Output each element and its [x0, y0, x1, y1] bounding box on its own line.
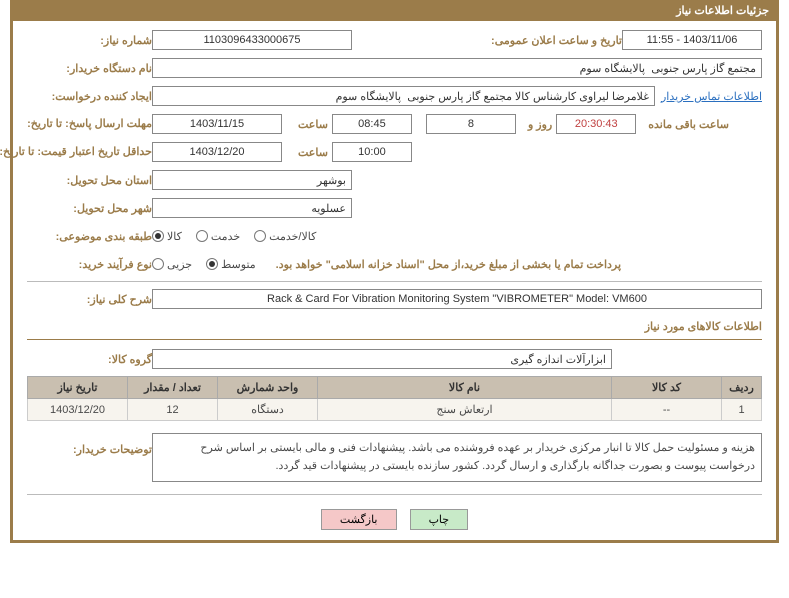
buyer-contact-link[interactable]: اطلاعات تماس خریدار [661, 90, 762, 103]
button-row: چاپ بازگشت [27, 501, 762, 532]
radio-khedmat[interactable]: خدمت [196, 230, 240, 243]
cell-qty: 12 [128, 399, 218, 421]
delivery-prov-field[interactable] [152, 170, 352, 190]
radio-icon [254, 230, 266, 242]
page-title: جزئیات اطلاعات نیاز [676, 5, 769, 17]
row-subject-class: طبقه بندی موضوعی: کالا خدمت کالا/خدمت [27, 225, 762, 247]
label-buyer-notes: توضیحات خریدار: [27, 427, 152, 456]
radio-jozei[interactable]: جزیی [152, 258, 192, 271]
label-days-and: روز و [520, 118, 552, 131]
deadline-time-field[interactable] [332, 114, 412, 134]
deadline-date-field[interactable] [152, 114, 282, 134]
row-need-no: شماره نیاز: تاریخ و ساعت اعلان عمومی: [27, 29, 762, 51]
items-section-title: اطلاعات کالاهای مورد نیاز [27, 316, 762, 337]
radio-icon [152, 258, 164, 270]
label-deadline: مهلت ارسال پاسخ: تا تاریخ: [27, 117, 152, 131]
row-delivery-city: شهر محل تحویل: [27, 197, 762, 219]
label-item-group: گروه کالا: [27, 353, 152, 366]
items-table: ردیف کد کالا نام کالا واحد شمارش تعداد /… [27, 376, 762, 421]
th-need-date: تاریخ نیاز [28, 377, 128, 399]
label-remaining: ساعت باقی مانده [640, 118, 729, 131]
row-deadline: مهلت ارسال پاسخ: تا تاریخ: ساعت روز و سا… [27, 113, 762, 135]
table-header-row: ردیف کد کالا نام کالا واحد شمارش تعداد /… [28, 377, 762, 399]
buyer-org-field[interactable] [152, 58, 762, 78]
announce-datetime-field[interactable] [622, 30, 762, 50]
row-need-title: شرح کلی نیاز: [27, 288, 762, 310]
cell-name: ارتعاش سنج [318, 399, 612, 421]
validity-time-field[interactable] [332, 142, 412, 162]
header-bar: جزئیات اطلاعات نیاز [10, 0, 779, 21]
section-underline [27, 339, 762, 340]
separator-bottom [27, 494, 762, 495]
radio-kala-khedmat[interactable]: کالا/خدمت [254, 230, 316, 243]
row-buy-process: نوع فرآیند خرید: جزیی متوسط پرداخت تمام … [27, 253, 762, 275]
subject-radio-group: کالا خدمت کالا/خدمت [152, 230, 316, 243]
label-subject-class: طبقه بندی موضوعی: [27, 230, 152, 243]
th-unit: واحد شمارش [218, 377, 318, 399]
buyer-notes-box: هزینه و مسئولیت حمل کالا تا انبار مرکزی … [152, 433, 762, 482]
label-delivery-prov: استان محل تحویل: [27, 174, 152, 187]
process-radio-group: جزیی متوسط [152, 258, 256, 271]
row-validity: حداقل تاریخ اعتبار قیمت: تا تاریخ: ساعت [27, 141, 762, 163]
row-item-group: گروه کالا: [27, 348, 762, 370]
label-buy-process: نوع فرآیند خرید: [27, 258, 152, 271]
cell-unit: دستگاه [218, 399, 318, 421]
th-row: ردیف [722, 377, 762, 399]
label-requester: ایجاد کننده درخواست: [27, 90, 152, 103]
radio-icon [206, 258, 218, 270]
label-time-2: ساعت [290, 146, 328, 159]
radio-icon [152, 230, 164, 242]
cell-need-date: 1403/12/20 [28, 399, 128, 421]
label-delivery-city: شهر محل تحویل: [27, 202, 152, 215]
row-requester: ایجاد کننده درخواست: اطلاعات تماس خریدار [27, 85, 762, 107]
print-button[interactable]: چاپ [410, 509, 469, 530]
label-need-no: شماره نیاز: [27, 34, 152, 47]
th-code: کد کالا [612, 377, 722, 399]
label-need-title: شرح کلی نیاز: [27, 293, 152, 306]
row-buyer-org: نام دستگاه خریدار: [27, 57, 762, 79]
main-container: شماره نیاز: تاریخ و ساعت اعلان عمومی: نا… [10, 21, 779, 543]
label-buyer-org: نام دستگاه خریدار: [27, 62, 152, 75]
cell-code: -- [612, 399, 722, 421]
delivery-city-field[interactable] [152, 198, 352, 218]
radio-motavaset[interactable]: متوسط [206, 258, 256, 271]
th-qty: تعداد / مقدار [128, 377, 218, 399]
validity-date-field[interactable] [152, 142, 282, 162]
radio-kala[interactable]: کالا [152, 230, 182, 243]
need-number-field[interactable] [152, 30, 352, 50]
remaining-time-field[interactable] [556, 114, 636, 134]
requester-field[interactable] [152, 86, 655, 106]
payment-note: پرداخت تمام یا بخشی از مبلغ خرید،از محل … [276, 258, 621, 271]
th-name: نام کالا [318, 377, 612, 399]
radio-icon [196, 230, 208, 242]
need-title-field[interactable] [152, 289, 762, 309]
label-time-1: ساعت [290, 118, 328, 131]
row-delivery-prov: استان محل تحویل: [27, 169, 762, 191]
table-row: 1 -- ارتعاش سنج دستگاه 12 1403/12/20 [28, 399, 762, 421]
back-button[interactable]: بازگشت [321, 509, 397, 530]
separator [27, 281, 762, 282]
cell-row: 1 [722, 399, 762, 421]
label-validity: حداقل تاریخ اعتبار قیمت: تا تاریخ: [27, 145, 152, 159]
remaining-days-field[interactable] [426, 114, 516, 134]
item-group-field[interactable] [152, 349, 612, 369]
label-announce-dt: تاریخ و ساعت اعلان عمومی: [483, 34, 622, 47]
row-buyer-notes: توضیحات خریدار: هزینه و مسئولیت حمل کالا… [27, 427, 762, 488]
